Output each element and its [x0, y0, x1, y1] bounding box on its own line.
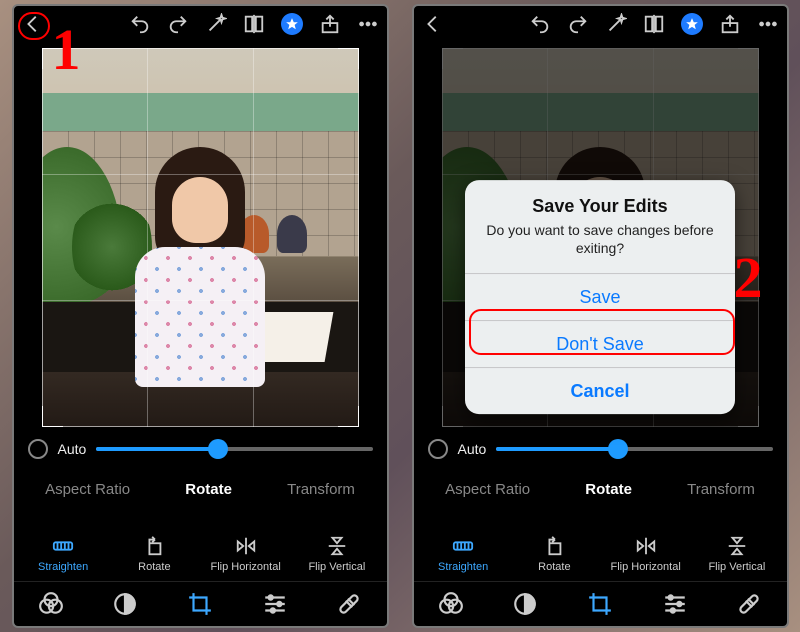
tool-rotate[interactable]: Rotate	[114, 535, 194, 573]
tool-label: Rotate	[138, 561, 170, 573]
tool-label: Flip Vertical	[708, 561, 765, 573]
dialog-message: Do you want to save changes before exiti…	[465, 219, 735, 273]
top-toolbar	[414, 6, 787, 42]
cancel-button[interactable]: Cancel	[465, 367, 735, 414]
straighten-icon	[450, 535, 476, 557]
tool-flip-vertical[interactable]: Flip Vertical	[697, 535, 777, 573]
redo-icon[interactable]	[567, 13, 589, 35]
share-icon[interactable]	[719, 13, 741, 35]
dialog-title: Save Your Edits	[465, 180, 735, 219]
tool-straighten[interactable]: Straighten	[23, 535, 103, 573]
crop-tool-icon[interactable]	[187, 591, 213, 617]
tool-label: Straighten	[38, 561, 88, 573]
phone-screen-step2: Auto Aspect Ratio Rotate Transform Strai…	[412, 4, 789, 628]
undo-icon[interactable]	[129, 13, 151, 35]
phone-screen-step1: Auto Aspect Ratio Rotate Transform Strai…	[12, 4, 389, 628]
tool-flip-horizontal[interactable]: Flip Horizontal	[606, 535, 686, 573]
crop-handle-bl[interactable]	[42, 406, 63, 427]
tool-label: Flip Vertical	[308, 561, 365, 573]
tool-label: Flip Horizontal	[610, 561, 680, 573]
star-icon[interactable]	[281, 13, 303, 35]
back-icon[interactable]	[22, 13, 44, 35]
straighten-slider-row: Auto	[414, 431, 787, 471]
geometry-tabs: Aspect Ratio Rotate Transform	[414, 471, 787, 507]
adjust-icon[interactable]	[662, 591, 688, 617]
undo-icon[interactable]	[529, 13, 551, 35]
more-icon[interactable]	[757, 13, 779, 35]
presets-icon[interactable]	[38, 591, 64, 617]
flip-vertical-icon	[724, 535, 750, 557]
slider-thumb[interactable]	[608, 439, 628, 459]
tool-flip-horizontal[interactable]: Flip Horizontal	[206, 535, 286, 573]
top-toolbar	[14, 6, 387, 42]
auto-label[interactable]: Auto	[458, 441, 487, 457]
rotate-icon	[141, 535, 167, 557]
tab-rotate[interactable]: Rotate	[585, 481, 632, 498]
straighten-slider[interactable]	[96, 447, 372, 451]
compare-icon[interactable]	[243, 13, 265, 35]
back-icon[interactable]	[422, 13, 444, 35]
redo-icon[interactable]	[167, 13, 189, 35]
dont-save-button[interactable]: Don't Save	[465, 320, 735, 367]
tool-row: Straighten Rotate Flip Horizontal Flip V…	[14, 507, 387, 581]
magic-wand-icon[interactable]	[205, 13, 227, 35]
tool-flip-vertical[interactable]: Flip Vertical	[297, 535, 377, 573]
tool-label: Flip Horizontal	[210, 561, 280, 573]
tab-aspect-ratio[interactable]: Aspect Ratio	[445, 481, 530, 498]
bottom-toolbar	[414, 581, 787, 626]
tool-label: Straighten	[438, 561, 488, 573]
tab-transform[interactable]: Transform	[287, 481, 355, 498]
presets-icon[interactable]	[438, 591, 464, 617]
more-icon[interactable]	[357, 13, 379, 35]
save-edits-dialog: Save Your Edits Do you want to save chan…	[465, 180, 735, 414]
bottom-toolbar	[14, 581, 387, 626]
share-icon[interactable]	[319, 13, 341, 35]
heal-icon[interactable]	[736, 591, 762, 617]
tool-rotate[interactable]: Rotate	[514, 535, 594, 573]
photo-canvas[interactable]	[42, 48, 359, 427]
auto-label[interactable]: Auto	[58, 441, 87, 457]
star-icon[interactable]	[681, 13, 703, 35]
heal-icon[interactable]	[336, 591, 362, 617]
contrast-icon[interactable]	[112, 591, 138, 617]
crop-handle-tr[interactable]	[338, 48, 359, 69]
tool-label: Rotate	[538, 561, 570, 573]
crop-handle-tl[interactable]	[42, 48, 63, 69]
straighten-slider-row: Auto	[14, 431, 387, 471]
tab-aspect-ratio[interactable]: Aspect Ratio	[45, 481, 130, 498]
rotate-icon	[541, 535, 567, 557]
tool-row: Straighten Rotate Flip Horizontal Flip V…	[414, 507, 787, 581]
tab-rotate[interactable]: Rotate	[185, 481, 232, 498]
flip-horizontal-icon	[633, 535, 659, 557]
straighten-icon	[50, 535, 76, 557]
geometry-tabs: Aspect Ratio Rotate Transform	[14, 471, 387, 507]
reset-icon[interactable]	[28, 439, 48, 459]
magic-wand-icon[interactable]	[605, 13, 627, 35]
flip-horizontal-icon	[233, 535, 259, 557]
reset-icon[interactable]	[428, 439, 448, 459]
crop-tool-icon[interactable]	[587, 591, 613, 617]
flip-vertical-icon	[324, 535, 350, 557]
save-button[interactable]: Save	[465, 273, 735, 320]
tool-straighten[interactable]: Straighten	[423, 535, 503, 573]
slider-thumb[interactable]	[208, 439, 228, 459]
tab-transform[interactable]: Transform	[687, 481, 755, 498]
contrast-icon[interactable]	[512, 591, 538, 617]
crop-handle-br[interactable]	[338, 406, 359, 427]
straighten-slider[interactable]	[496, 447, 772, 451]
adjust-icon[interactable]	[262, 591, 288, 617]
compare-icon[interactable]	[643, 13, 665, 35]
